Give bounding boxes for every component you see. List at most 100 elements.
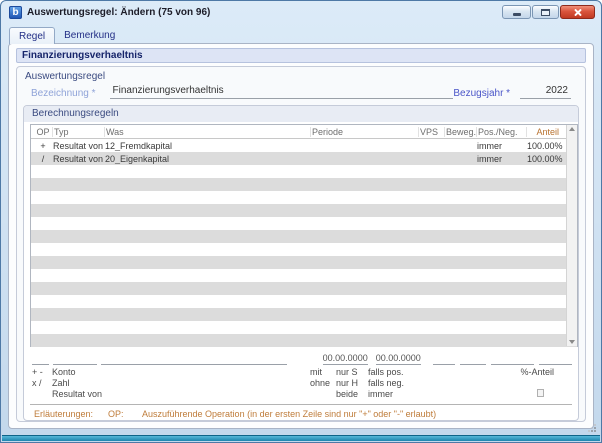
table-cell: Resultat von xyxy=(53,141,105,151)
group-auswertungsregel: Auswertungsregel Bezeichnung * Finanzier… xyxy=(16,66,586,422)
legend-text: ohne xyxy=(310,378,336,389)
legend-text: %-Anteil xyxy=(418,367,570,378)
table-cell: immer xyxy=(477,154,527,164)
rules-table: OPTypWasPeriodeVPSBeweg.Pos./Neg.Anteil … xyxy=(30,124,578,347)
column-header: Pos./Neg. xyxy=(477,127,527,137)
bezugsjahr-input[interactable]: 2022 xyxy=(520,85,571,99)
legend-line: Resultat von beideimmer xyxy=(30,389,572,400)
erlaeuterung-text: Kontonummer, eine Zahl oder Bezeichnung … xyxy=(142,420,448,421)
erlaeuterungen-label: Erläuterungen: xyxy=(30,409,108,421)
bezugsjahr-label: Bezugsjahr * xyxy=(453,88,510,99)
maximize-icon xyxy=(541,9,550,16)
fields-row: Bezeichnung * Finanzierungsverhaeltnis B… xyxy=(23,83,579,105)
legend-text xyxy=(32,389,52,400)
tab-regel[interactable]: Regel xyxy=(9,27,55,44)
table-cell: / xyxy=(33,154,53,164)
column-header: Periode xyxy=(311,127,419,137)
table-row[interactable] xyxy=(31,269,577,282)
table-row[interactable] xyxy=(31,243,577,256)
legend-text: Zahl xyxy=(52,378,310,389)
column-header: Typ xyxy=(53,127,105,137)
table-row[interactable] xyxy=(31,321,577,334)
app-icon: b xyxy=(9,6,22,19)
column-header: VPS xyxy=(419,127,445,137)
legend-text: mit xyxy=(310,367,336,378)
rule-name-header: Finanzierungsverhaeltnis xyxy=(16,48,586,63)
close-icon xyxy=(573,8,582,17)
legend-line: x /Zahlohnenur Hfalls neg. xyxy=(30,378,572,389)
erlaeuterung-text: Auszuführende Operation (in der ersten Z… xyxy=(142,409,436,420)
table-row[interactable] xyxy=(31,165,577,178)
entry-op-field[interactable] xyxy=(32,352,49,365)
erlaeuterung-item: Was:Kontonummer, eine Zahl oder Bezeichn… xyxy=(108,420,448,421)
legend-line: + -Kontomitnur Sfalls pos.%-Anteil xyxy=(30,367,572,378)
legend-text: nur H xyxy=(336,378,368,389)
column-header: OP xyxy=(33,127,53,137)
table-row[interactable] xyxy=(31,308,577,321)
separator xyxy=(30,404,572,405)
table-row[interactable] xyxy=(31,191,577,204)
legend-text: nur S xyxy=(336,367,368,378)
entry-anteil-field[interactable] xyxy=(539,352,572,365)
table-row[interactable] xyxy=(31,204,577,217)
content-panel: Finanzierungsverhaeltnis Auswertungsrege… xyxy=(8,43,594,429)
legend-text: falls neg. xyxy=(368,378,418,389)
minimize-icon xyxy=(513,13,521,16)
legend-text: beide xyxy=(336,389,368,400)
group-auswertungsregel-label: Auswertungsregel xyxy=(23,69,579,83)
table-row[interactable]: /Resultat von20_Eigenkapitalimmer100.00% xyxy=(31,152,577,165)
minimize-button[interactable] xyxy=(502,5,531,19)
entry-periode-bis-field[interactable]: 00.00.0000 xyxy=(376,352,421,365)
bezeichnung-label: Bezeichnung * xyxy=(31,88,96,99)
table-row[interactable] xyxy=(31,282,577,295)
table-cell: + xyxy=(33,141,53,151)
app-window: b Auswertungsregel: Ändern (75 von 96) R… xyxy=(0,0,602,443)
bezeichnung-input[interactable]: Finanzierungsverhaeltnis xyxy=(110,85,454,99)
table-header-row: OPTypWasPeriodeVPSBeweg.Pos./Neg.Anteil xyxy=(31,125,577,139)
entry-row: 00.00.0000 00.00.0000 xyxy=(30,350,572,365)
erlaeuterung-key: Was: xyxy=(108,420,142,421)
entry-typ-field[interactable] xyxy=(53,352,98,365)
tab-bemerkung[interactable]: Bemerkung xyxy=(55,27,124,43)
table-row[interactable]: +Resultat von12_Fremdkapitalimmer100.00% xyxy=(31,139,577,152)
scroll-down-icon[interactable] xyxy=(569,340,575,344)
table-row[interactable] xyxy=(31,230,577,243)
scroll-up-icon[interactable] xyxy=(569,127,575,131)
tab-strip: Regel Bemerkung xyxy=(1,23,601,43)
maximize-button[interactable] xyxy=(532,5,559,19)
column-legend: + -Kontomitnur Sfalls pos.%-Anteilx /Zah… xyxy=(30,367,572,400)
legend-text: immer xyxy=(368,389,418,400)
column-header: Was xyxy=(105,127,311,137)
legend-text xyxy=(418,389,570,400)
window-controls xyxy=(502,5,595,19)
table-body: +Resultat von12_Fremdkapitalimmer100.00%… xyxy=(31,139,577,347)
bottom-status-strip xyxy=(2,435,600,441)
erlaeuterungen: Erläuterungen: OP:Auszuführende Operatio… xyxy=(30,409,572,421)
titlebar: b Auswertungsregel: Ändern (75 von 96) xyxy=(1,1,601,23)
entry-vps-field[interactable] xyxy=(433,352,455,365)
table-cell: Resultat von xyxy=(53,154,105,164)
entry-beweg-field[interactable] xyxy=(460,352,486,365)
table-row[interactable] xyxy=(31,217,577,230)
window-title: Auswertungsregel: Ändern (75 von 96) xyxy=(27,7,210,18)
entry-periode-von-field[interactable]: 00.00.0000 xyxy=(323,352,368,365)
erlaeuterungen-items: OP:Auszuführende Operation (in der erste… xyxy=(108,409,448,421)
legend-text: Konto xyxy=(52,367,310,378)
entry-was-field[interactable] xyxy=(101,352,286,365)
table-row[interactable] xyxy=(31,295,577,308)
legend-text: x / xyxy=(32,378,52,389)
table-scrollbar[interactable] xyxy=(566,125,577,346)
table-row[interactable] xyxy=(31,178,577,191)
erlaeuterung-item: OP:Auszuführende Operation (in der erste… xyxy=(108,409,448,420)
close-button[interactable] xyxy=(560,5,595,19)
group-berechnungsregeln: Berechnungsregeln OPTypWasPeriodeVPSBewe… xyxy=(23,105,579,421)
column-header: Beweg. xyxy=(445,127,477,137)
legend-text xyxy=(310,389,336,400)
table-row[interactable] xyxy=(31,256,577,269)
table-cell: 12_Fremdkapital xyxy=(105,141,311,151)
table-row[interactable] xyxy=(31,334,577,347)
table-cell: immer xyxy=(477,141,527,151)
legend-text: Resultat von xyxy=(52,389,310,400)
legend-text: falls pos. xyxy=(368,367,418,378)
entry-posneg-field[interactable] xyxy=(491,352,534,365)
